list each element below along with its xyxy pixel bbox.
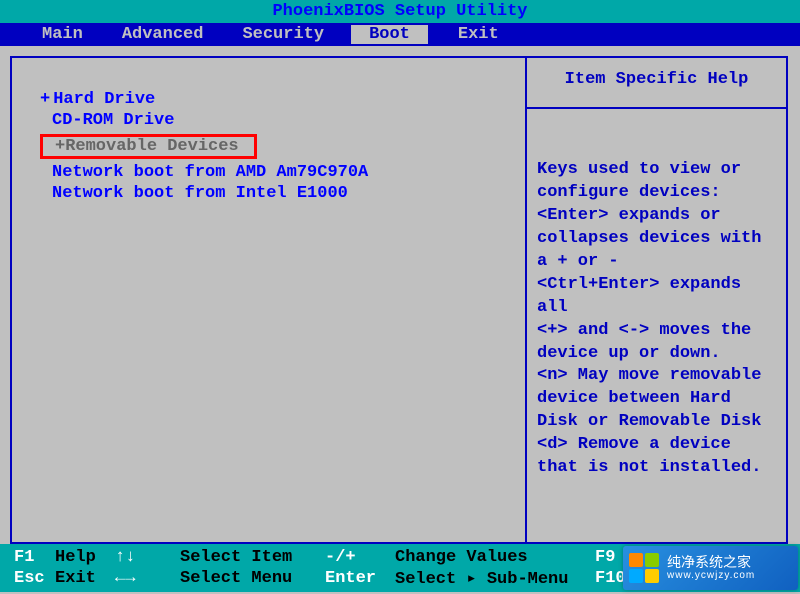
key-leftright: ←→ — [115, 569, 180, 588]
watermark-url: www.ycwjzy.com — [667, 570, 755, 581]
watermark-text: 纯净系统之家 www.ycwjzy.com — [667, 555, 755, 581]
tab-security[interactable]: Security — [230, 25, 336, 44]
help-text: Keys used to view or configure devices:<… — [537, 159, 776, 480]
boot-item-network-amd[interactable]: Network boot from AMD Am79C970A — [27, 163, 510, 182]
content-area: Hard Drive CD-ROM Drive +Removable Devic… — [0, 46, 800, 544]
boot-item-removable-devices[interactable]: +Removable Devices — [40, 134, 257, 159]
boot-item-removable-label: Removable Devices — [65, 137, 238, 156]
tab-advanced[interactable]: Advanced — [110, 25, 216, 44]
label-select-submenu: Select ▸ Sub-Menu — [395, 568, 595, 589]
boot-item-network-intel[interactable]: Network boot from Intel E1000 — [27, 184, 510, 203]
key-plusminus: -/+ — [325, 548, 395, 567]
key-f1: F1 — [0, 548, 55, 567]
key-updown: ↑↓ — [115, 548, 180, 567]
label-exit: Exit — [55, 569, 115, 588]
label-select-menu: Select Menu — [180, 569, 325, 588]
tab-boot[interactable]: Boot — [351, 25, 428, 44]
watermark-logo-icon — [629, 553, 659, 583]
key-esc: Esc — [0, 569, 55, 588]
tab-main[interactable]: Main — [30, 25, 95, 44]
label-change-values: Change Values — [395, 548, 595, 567]
boot-order-panel: Hard Drive CD-ROM Drive +Removable Devic… — [10, 56, 525, 544]
boot-item-hard-drive[interactable]: Hard Drive — [27, 90, 510, 109]
help-panel: Item Specific Help Keys used to view or … — [525, 56, 788, 544]
label-select-item: Select Item — [180, 548, 325, 567]
footer-bar: F1 Help ↑↓ Select Item -/+ Change Values… — [0, 544, 800, 592]
bios-title: PhoenixBIOS Setup Utility — [0, 0, 800, 23]
label-help: Help — [55, 548, 115, 567]
tab-exit[interactable]: Exit — [440, 25, 517, 44]
menu-bar: Main Advanced Security Boot Exit — [0, 23, 800, 46]
watermark: 纯净系统之家 www.ycwjzy.com — [623, 546, 798, 590]
help-title: Item Specific Help — [527, 58, 786, 109]
boot-item-cdrom[interactable]: CD-ROM Drive — [27, 111, 510, 130]
key-enter: Enter — [325, 569, 395, 588]
watermark-name: 纯净系统之家 — [667, 555, 755, 570]
